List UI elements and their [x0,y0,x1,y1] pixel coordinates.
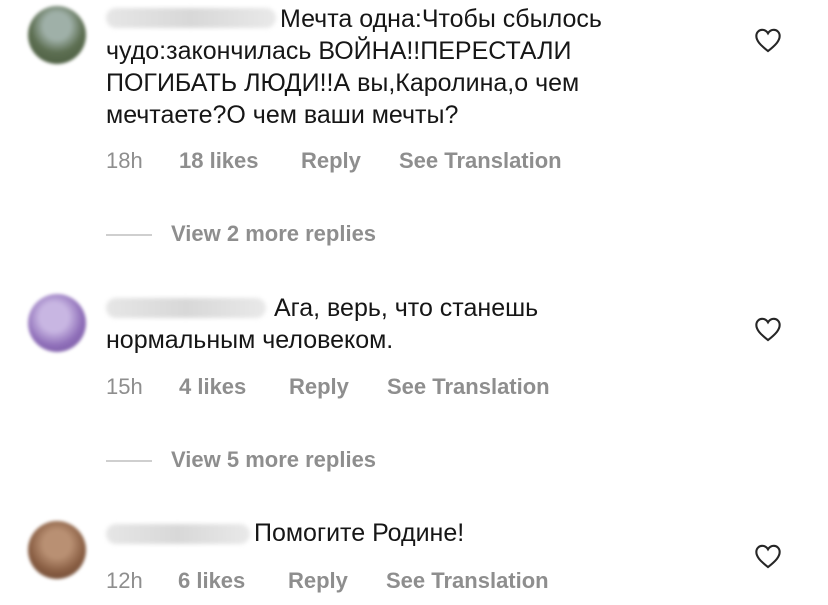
heart-icon[interactable] [754,27,782,53]
comment-text: Мечта одна:Чтобы сбылось чудо:закончилас… [106,5,602,129]
likes-count[interactable]: 4 likes [179,374,246,400]
comment-text: Помогите Родине! [254,519,465,547]
heart-icon[interactable] [754,316,782,342]
reply-button[interactable]: Reply [301,148,361,174]
view-more-replies[interactable]: View 2 more replies [106,221,426,251]
divider-line [106,460,152,462]
avatar[interactable] [28,294,86,352]
comment-time: 12h [106,568,143,593]
comment-time: 18h [106,148,143,173]
divider-line [106,234,152,236]
view-more-replies[interactable]: View 5 more replies [106,447,426,477]
see-translation-button[interactable]: See Translation [386,568,549,594]
likes-count[interactable]: 18 likes [179,148,259,174]
comment-text: Ага, верь, что станешь нормальным челове… [106,294,539,354]
heart-icon[interactable] [754,543,782,569]
reply-button[interactable]: Reply [289,374,349,400]
avatar[interactable] [28,521,86,579]
view-replies-label[interactable]: View 2 more replies [171,221,376,247]
avatar[interactable] [28,6,86,64]
comment-time: 15h [106,374,143,399]
see-translation-button[interactable]: See Translation [387,374,550,400]
see-translation-button[interactable]: See Translation [399,148,562,174]
likes-count[interactable]: 6 likes [178,568,245,594]
view-replies-label[interactable]: View 5 more replies [171,447,376,473]
reply-button[interactable]: Reply [288,568,348,594]
